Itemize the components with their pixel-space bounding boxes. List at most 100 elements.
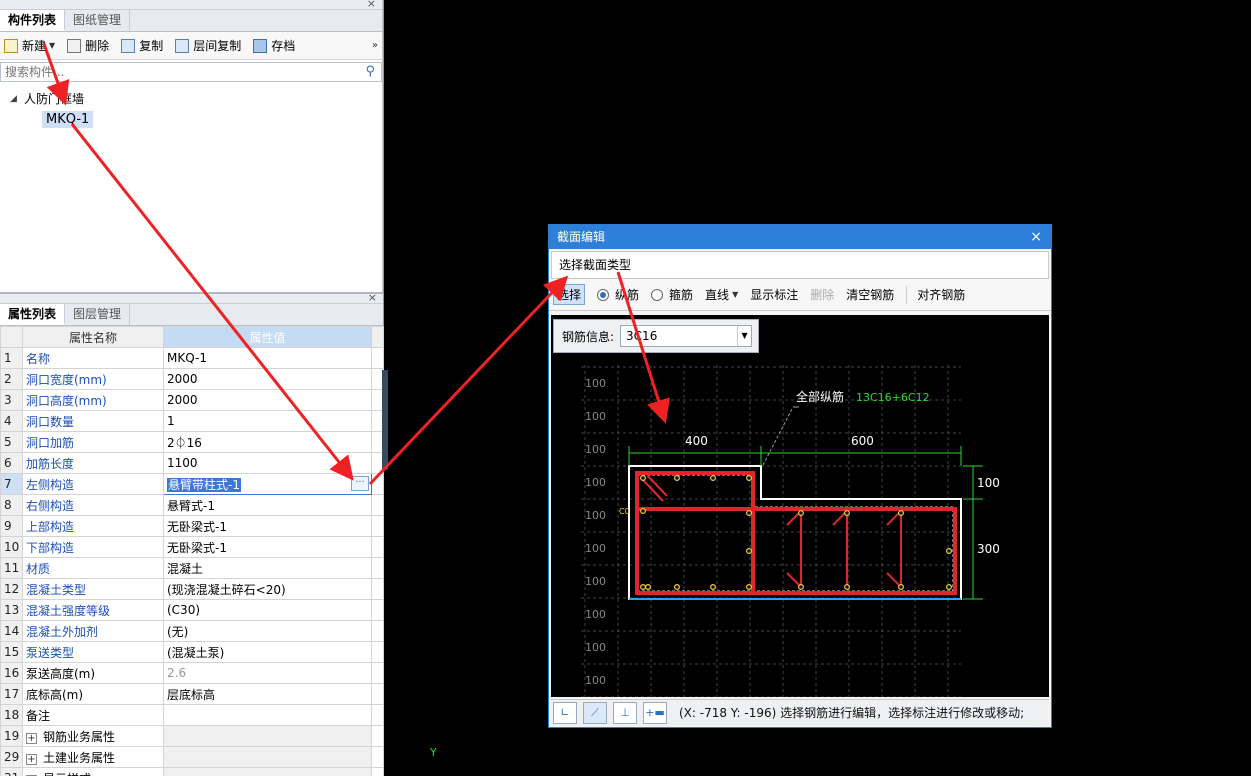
property-value[interactable]: 混凝土 xyxy=(163,557,372,579)
rebar-info-value[interactable]: 3C16 xyxy=(626,329,657,343)
ortho-icon[interactable]: ∟ xyxy=(553,701,577,724)
property-value[interactable]: (无) xyxy=(163,620,372,642)
property-value-text[interactable]: 悬臂式-1 xyxy=(167,499,215,513)
property-value[interactable]: 层底标高 xyxy=(163,683,372,705)
property-value[interactable]: 悬臂式-1 xyxy=(163,494,372,516)
perpendicular-icon[interactable]: ⊥ xyxy=(613,701,637,724)
property-value-text[interactable]: 悬臂带柱式-1 xyxy=(167,477,241,492)
tab-drawing-management[interactable]: 图纸管理 xyxy=(65,10,131,31)
property-value[interactable]: 2000 xyxy=(163,389,372,411)
select-section-type-link[interactable]: 选择截面类型 xyxy=(551,251,1049,279)
property-value-text[interactable]: 1100 xyxy=(167,456,198,470)
property-row[interactable]: 12 混凝土类型 (现浇混凝土碎石<20) xyxy=(0,578,384,600)
property-value-text[interactable]: (混凝土泵) xyxy=(167,646,224,660)
property-value-text[interactable]: 2000 xyxy=(167,372,198,386)
property-row[interactable]: 19 + 钢筋业务属性 xyxy=(0,725,384,747)
property-row[interactable]: 31+显示样式 xyxy=(0,767,384,776)
snap-line-icon[interactable]: ⟋ xyxy=(583,701,607,724)
property-row[interactable]: 1 名称 MKQ-1 xyxy=(0,347,384,369)
property-value-text[interactable]: 混凝土 xyxy=(167,562,203,576)
property-value-text[interactable]: (无) xyxy=(167,625,188,639)
property-value[interactable]: 无卧梁式-1 xyxy=(163,536,372,558)
collapse-handle[interactable] xyxy=(382,370,388,470)
caret-down-icon[interactable]: ◢ xyxy=(10,94,24,104)
property-value[interactable] xyxy=(163,704,372,726)
property-row[interactable]: 9 上部构造 无卧梁式-1 xyxy=(0,515,384,537)
property-row[interactable]: 11 材质 混凝土 xyxy=(0,557,384,579)
close-icon[interactable]: × xyxy=(1030,225,1042,249)
close-icon[interactable]: × xyxy=(367,0,376,10)
property-value-text[interactable]: 无卧梁式-1 xyxy=(167,520,227,534)
property-row[interactable]: 14 混凝土外加剂 (无) xyxy=(0,620,384,642)
show-dim-button[interactable]: 显示标注 xyxy=(750,286,798,303)
floor-copy-button[interactable]: 层间复制 xyxy=(175,37,241,54)
align-rebar-button[interactable]: 对齐钢筋 xyxy=(917,286,965,303)
rebar-info-combo[interactable]: 3C16 ▼ xyxy=(620,325,753,347)
property-value[interactable]: MKQ-1 xyxy=(163,347,372,369)
save-button[interactable]: 存档 xyxy=(253,37,295,54)
overflow-arrow-icon[interactable]: » xyxy=(372,40,378,51)
clear-rebar-button[interactable]: 清空钢筋 xyxy=(846,286,894,303)
property-row[interactable]: 8 右侧构造 悬臂式-1 xyxy=(0,494,384,516)
property-value[interactable]: (现浇混凝土碎石<20) xyxy=(163,578,372,600)
property-row[interactable]: 29 + 土建业务属性 xyxy=(0,746,384,768)
property-row[interactable]: 6 加筋长度 1100 xyxy=(0,452,384,474)
property-value[interactable] xyxy=(163,746,372,768)
radio-on-icon[interactable] xyxy=(597,288,610,301)
property-row[interactable]: 7 左侧构造 悬臂带柱式-1 ··· xyxy=(0,473,384,495)
property-row[interactable]: 10 下部构造 无卧梁式-1 xyxy=(0,536,384,558)
property-value[interactable]: 1100 xyxy=(163,452,372,474)
property-row[interactable]: 16 泵送高度(m) 2.6 xyxy=(0,662,384,684)
search-icon[interactable]: ⚲ xyxy=(365,64,375,79)
property-row[interactable]: 3 洞口高度(mm) 2000 xyxy=(0,389,384,411)
property-row[interactable]: 13 混凝土强度等级 (C30) xyxy=(0,599,384,621)
property-value[interactable]: 2.6 xyxy=(163,662,372,684)
property-value-text[interactable]: 1 xyxy=(167,414,175,428)
property-row[interactable]: 4 洞口数量 1 xyxy=(0,410,384,432)
select-button[interactable]: 选择 xyxy=(553,284,586,305)
property-value[interactable]: 悬臂带柱式-1 ··· xyxy=(163,473,372,495)
chevron-down-icon[interactable]: ▼ xyxy=(49,41,55,50)
delete-button[interactable]: 删除 xyxy=(67,37,109,54)
copy-button[interactable]: 复制 xyxy=(121,37,163,54)
close-icon[interactable]: × xyxy=(368,291,377,304)
property-value-text[interactable]: (C30) xyxy=(167,603,200,617)
property-value[interactable]: 无卧梁式-1 xyxy=(163,515,372,537)
delete-rebar-button[interactable]: 删除 xyxy=(810,286,834,303)
tab-component-list[interactable]: 构件列表 xyxy=(0,10,66,31)
line-dropdown[interactable]: 直线 ▼ xyxy=(705,286,738,303)
property-value[interactable]: (C30) xyxy=(163,599,372,621)
tree-leaf-label[interactable]: MKQ-1 xyxy=(42,111,94,128)
property-value[interactable]: 1 xyxy=(163,410,372,432)
property-row[interactable]: 2 洞口宽度(mm) 2000 xyxy=(0,368,384,390)
property-value[interactable] xyxy=(163,767,372,776)
expand-icon[interactable]: + xyxy=(26,753,37,765)
property-value[interactable]: 2⏀16 xyxy=(163,431,372,453)
property-value[interactable]: (混凝土泵) xyxy=(163,641,372,663)
property-row[interactable]: 5 洞口加筋 2⏀16 xyxy=(0,431,384,453)
property-value-text[interactable]: (现浇混凝土碎石<20) xyxy=(167,583,286,597)
section-drawing[interactable]: 100100100100100100100100100100 400 600 1… xyxy=(551,315,1049,698)
new-button[interactable]: 新建 ▼ xyxy=(4,37,55,54)
property-row[interactable]: 18 备注 xyxy=(0,704,384,726)
tree-node-leaf[interactable]: MKQ-1 xyxy=(10,109,382,130)
property-value-text[interactable]: 2⏀16 xyxy=(167,436,202,450)
property-value-text[interactable]: 层底标高 xyxy=(167,688,215,702)
section-type-label[interactable]: 选择截面类型 xyxy=(559,258,631,272)
property-value-text[interactable]: 无卧梁式-1 xyxy=(167,541,227,555)
property-value[interactable]: 2000 xyxy=(163,368,372,390)
property-row[interactable]: 17 底标高(m) 层底标高 xyxy=(0,683,384,705)
tab-layer-management[interactable]: 图层管理 xyxy=(65,304,131,325)
property-value-text[interactable]: 2.6 xyxy=(167,666,186,680)
search-input[interactable] xyxy=(5,65,335,79)
radio-off-icon[interactable] xyxy=(651,288,664,301)
expand-icon[interactable]: + xyxy=(26,732,37,744)
dimension-toggle-icon[interactable]: +▬ xyxy=(643,701,667,724)
chevron-down-icon[interactable]: ▼ xyxy=(737,326,751,346)
property-value-text[interactable]: 2000 xyxy=(167,393,198,407)
section-canvas[interactable]: 100 100 100 100 100 100 100 100 100 100 xyxy=(551,315,1049,698)
ellipsis-button[interactable]: ··· xyxy=(351,476,369,491)
tab-property-list[interactable]: 属性列表 xyxy=(0,304,66,325)
stirrup-radio[interactable]: 箍筋 xyxy=(651,286,693,303)
property-row[interactable]: 15 泵送类型 (混凝土泵) xyxy=(0,641,384,663)
